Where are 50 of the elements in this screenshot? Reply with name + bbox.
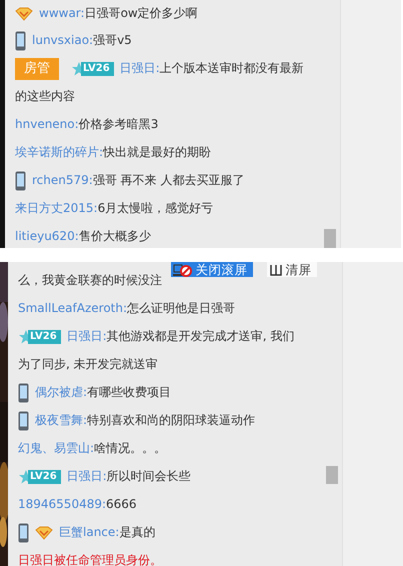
message-text: 所以时间会长些	[106, 469, 191, 483]
username[interactable]: 巨蟹lance:	[59, 525, 120, 539]
broom-icon	[269, 264, 284, 276]
username[interactable]: SmallLeafAzeroth:	[18, 301, 128, 315]
phone-icon	[15, 30, 26, 51]
scrollbar-thumb[interactable]	[326, 466, 338, 484]
message-text: 啥情况。。。	[94, 441, 166, 455]
username[interactable]: lunvsxiao:	[32, 33, 94, 47]
message-text: 的这些内容	[15, 88, 75, 105]
diamond-icon	[15, 6, 33, 21]
phone-icon	[18, 410, 29, 431]
phone-icon	[18, 522, 29, 543]
message-text: 价格参考暗黑3	[78, 117, 158, 131]
toolbar-button[interactable]: 清屏	[267, 262, 318, 277]
toolbar-button[interactable]: 关闭滚屏	[171, 262, 254, 277]
username[interactable]: 埃辛诺斯的碎片:	[15, 145, 104, 159]
username[interactable]: 偶尔被虐:	[35, 385, 88, 399]
message-text: 日强哥ow定价多少啊	[84, 6, 198, 20]
message-text: 怎么证明他是日强哥	[127, 301, 236, 315]
username[interactable]: hnveneno:	[15, 117, 79, 131]
message-text: 有哪些收费项目	[87, 385, 172, 399]
system-message: 日强日被任命管理员身份。	[18, 553, 162, 566]
phone-icon	[15, 170, 26, 191]
room-admin-badge: 房管	[15, 58, 59, 80]
username[interactable]: 日强日:	[66, 329, 107, 343]
username[interactable]: wwwar:	[39, 6, 85, 20]
username[interactable]: 幻鬼、易雲山:	[18, 441, 94, 455]
message-text: 为了同步, 未开发完就送审	[18, 356, 158, 373]
scrollbar-thumb[interactable]	[324, 229, 336, 248]
message-text: 强哥v5	[93, 33, 132, 47]
username[interactable]: 日强日:	[66, 469, 107, 483]
message-text: 是真的	[119, 525, 156, 539]
username[interactable]: 日强日:	[120, 61, 160, 75]
message-text: 6666	[106, 497, 137, 511]
message-text: 强哥 再不来 人都去买亚服了	[92, 173, 244, 187]
username[interactable]: 来日方丈2015:	[15, 201, 98, 215]
message-text: 其他游戏都是开发完成才送审, 我们	[106, 329, 294, 343]
scroll-off-icon	[173, 262, 194, 276]
message-text: 快出就是最好的期盼	[103, 145, 212, 159]
message-text: 售价大概多少	[78, 229, 151, 243]
diamond-icon	[35, 526, 53, 540]
username[interactable]: litieyu620:	[15, 229, 79, 243]
message-text: 么，我黄金联赛的时候没注	[18, 273, 162, 287]
phone-icon	[18, 382, 29, 403]
username[interactable]: 极夜雪舞:	[35, 413, 88, 427]
username[interactable]: rchen579:	[32, 173, 93, 187]
message-text: 上个版本送审时都没有最新	[160, 61, 304, 75]
message-text: 特别喜欢和尚的阴阳球装逼动作	[87, 413, 256, 427]
username[interactable]: 18946550489:	[18, 497, 106, 511]
message-text: 6月太慢啦，感觉好亏	[98, 201, 214, 215]
